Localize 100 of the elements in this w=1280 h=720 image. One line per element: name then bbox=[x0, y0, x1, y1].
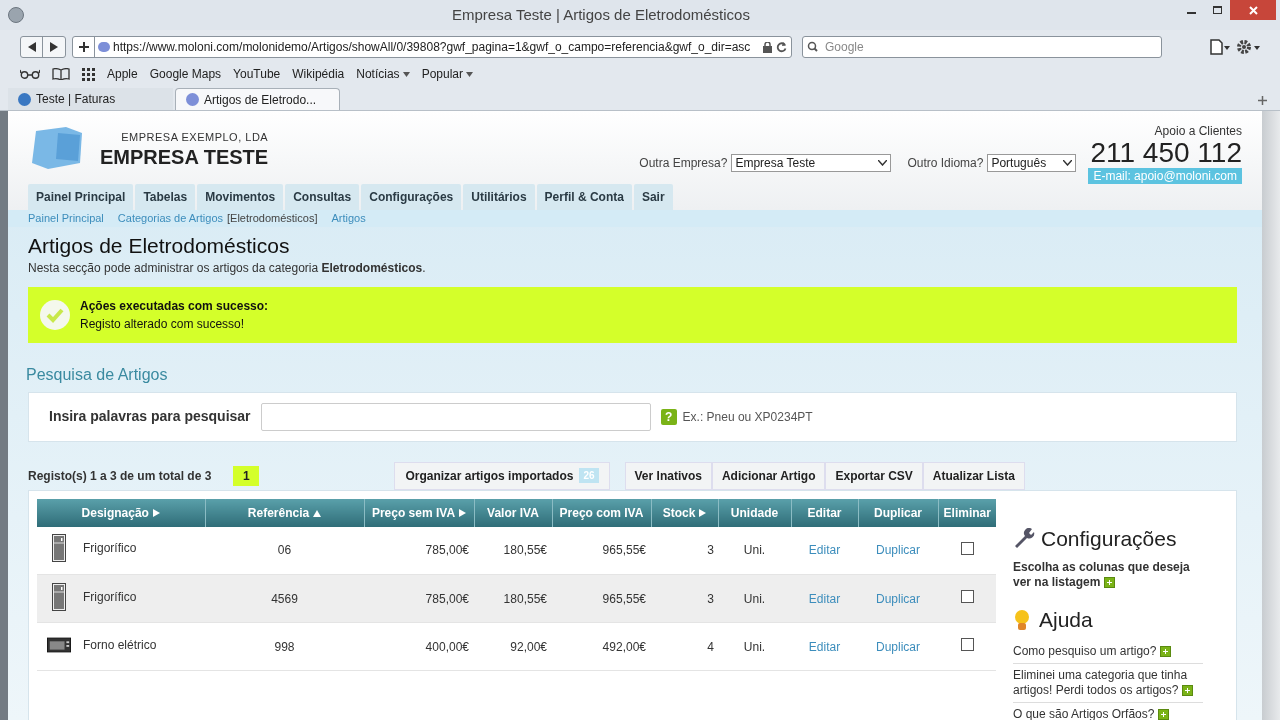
help-title: Ajuda bbox=[1039, 607, 1093, 633]
caret-icon bbox=[1063, 160, 1073, 166]
page-button[interactable]: 1 bbox=[233, 465, 260, 486]
column-header[interactable]: Designação bbox=[37, 498, 205, 527]
bookmark-link[interactable]: YouTube bbox=[233, 65, 281, 83]
forward-icon[interactable] bbox=[50, 42, 58, 52]
expand-icon[interactable] bbox=[1104, 577, 1116, 589]
close-icon bbox=[1248, 5, 1258, 15]
nav-tab[interactable]: Configurações bbox=[361, 184, 462, 210]
import-button[interactable]: Organizar artigos importados 26 bbox=[394, 461, 610, 490]
sort-arrow-icon bbox=[152, 509, 160, 518]
table-cell: 06 bbox=[277, 543, 292, 558]
window-title: Empresa Teste | Artigos de Eletrodomésticos bbox=[451, 4, 751, 25]
support-label: Apoio a Clientes bbox=[1154, 123, 1242, 140]
caret-icon bbox=[878, 160, 888, 166]
company-select[interactable]: Empresa Teste bbox=[731, 154, 892, 172]
company-select-label: Outra Empresa? bbox=[639, 155, 728, 172]
table-cell: 3 bbox=[707, 591, 714, 606]
bookmark-link[interactable]: Popular bbox=[421, 65, 473, 83]
expand-icon[interactable] bbox=[1158, 708, 1170, 720]
section-title: Pesquisa de Artigos bbox=[26, 364, 169, 385]
duplicate-link[interactable]: Duplicar bbox=[876, 543, 920, 558]
nav-tab[interactable]: Sair bbox=[633, 184, 673, 210]
alert-title: Ações executadas com sucesso: bbox=[80, 297, 269, 315]
delete-checkbox[interactable] bbox=[960, 637, 974, 651]
language-select-label: Outro Idioma? bbox=[907, 155, 984, 172]
nav-tab[interactable]: Consultas bbox=[285, 184, 360, 210]
column-header[interactable]: Stock bbox=[651, 498, 718, 527]
browser-logo-icon bbox=[8, 7, 24, 23]
column-header[interactable]: Unidade bbox=[718, 498, 791, 527]
page-title: Artigos de Eletrodomésticos bbox=[28, 232, 291, 259]
column-header[interactable]: Referência bbox=[205, 498, 364, 527]
nav-tab[interactable]: Utilitários bbox=[463, 184, 535, 210]
table-cell-text: Forno elétrico bbox=[83, 636, 157, 654]
fridge-icon bbox=[52, 582, 66, 611]
table-row[interactable]: Frigorífico 06 785,00€ 180,55€ 965,55€ 3 Uni. Editar Duplicar bbox=[37, 526, 996, 575]
tab-favicon bbox=[186, 93, 199, 106]
settings-icon[interactable] bbox=[1236, 39, 1260, 55]
nav-tab[interactable]: Movimentos bbox=[197, 184, 284, 210]
table-cell: 965,55€ bbox=[602, 591, 646, 606]
duplicate-link[interactable]: Duplicar bbox=[876, 639, 920, 654]
nav-tab[interactable]: Perfil & Conta bbox=[536, 184, 632, 210]
company-name: EMPRESA TESTE bbox=[100, 145, 269, 168]
wrench-icon bbox=[1013, 528, 1035, 549]
delete-checkbox[interactable] bbox=[960, 541, 974, 555]
browser-tab[interactable]: Teste | Faturas bbox=[8, 88, 173, 110]
bookmark-link[interactable]: Wikipédia bbox=[292, 65, 345, 83]
column-header[interactable]: Valor IVA bbox=[474, 498, 552, 527]
edit-link[interactable]: Editar bbox=[808, 639, 841, 654]
search-field[interactable]: Google bbox=[802, 36, 1162, 58]
action-button[interactable]: Exportar CSV bbox=[825, 461, 923, 490]
back-forward-buttons[interactable] bbox=[20, 36, 66, 58]
nav-tab[interactable]: Tabelas bbox=[135, 184, 196, 210]
column-header[interactable]: Duplicar bbox=[858, 498, 938, 527]
action-button[interactable]: Ver Inativos bbox=[624, 461, 712, 490]
bookmark-link[interactable]: Notícias bbox=[356, 65, 410, 83]
action-button[interactable]: Atualizar Lista bbox=[922, 461, 1025, 490]
book-icon[interactable] bbox=[52, 68, 70, 80]
back-icon[interactable] bbox=[27, 42, 36, 52]
sort-arrow-icon bbox=[699, 509, 707, 518]
table-cell: Uni. bbox=[743, 543, 766, 558]
page-menu-icon[interactable] bbox=[1210, 39, 1230, 55]
table-cell: 4569 bbox=[271, 591, 298, 606]
caret-icon bbox=[402, 71, 410, 77]
fridge-icon bbox=[52, 534, 66, 563]
glasses-icon[interactable] bbox=[20, 69, 40, 79]
bookmark-link[interactable]: Google Maps bbox=[149, 65, 222, 83]
browser-tab[interactable]: Artigos de Eletrodo... bbox=[175, 88, 340, 110]
grid-icon[interactable] bbox=[82, 67, 95, 81]
plus-icon bbox=[1258, 95, 1267, 105]
table-cell: 4 bbox=[707, 639, 714, 654]
help-link[interactable]: Eliminei uma categoria que tinha artigos! Perdi todos os artigos? bbox=[1013, 663, 1203, 703]
close-button[interactable] bbox=[1230, 0, 1276, 20]
edit-link[interactable]: Editar bbox=[808, 543, 841, 558]
column-header[interactable]: Preço sem IVA bbox=[364, 498, 474, 527]
search-input[interactable] bbox=[260, 402, 651, 431]
table-cell: 785,00€ bbox=[425, 591, 469, 606]
table-cell: Uni. bbox=[743, 639, 766, 654]
help-link[interactable]: Como pesquiso um artigo? bbox=[1013, 639, 1203, 664]
action-button[interactable]: Adicionar Artigo bbox=[711, 461, 826, 490]
table-cell-text: Frigorífico bbox=[83, 540, 137, 558]
delete-checkbox[interactable] bbox=[960, 589, 974, 603]
table-cell-text: Frigorífico bbox=[83, 588, 137, 606]
help-link[interactable]: O que são Artigos Orfãos? bbox=[1013, 702, 1203, 720]
language-select[interactable]: Português bbox=[987, 154, 1077, 172]
config-title: Configurações bbox=[1041, 525, 1177, 552]
nav-tab[interactable]: Painel Principal bbox=[28, 184, 134, 210]
table-row[interactable]: Forno elétrico 998 400,00€ 92,00€ 492,00€ 4 Uni. Editar Duplicar bbox=[37, 622, 996, 671]
check-icon bbox=[40, 299, 70, 330]
expand-icon[interactable] bbox=[1182, 684, 1194, 696]
column-header[interactable]: Preço com IVA bbox=[552, 498, 651, 527]
expand-icon[interactable] bbox=[1160, 645, 1172, 657]
table-cell: 92,00€ bbox=[510, 639, 547, 654]
search-hint: Ex.: Pneu ou XP0234PT bbox=[682, 408, 813, 426]
bookmark-link[interactable]: Apple bbox=[107, 65, 138, 83]
scrollbar[interactable] bbox=[1262, 111, 1280, 720]
column-header[interactable]: Eliminar bbox=[938, 498, 996, 527]
table-cell: 965,55€ bbox=[602, 543, 646, 558]
config-text[interactable]: Escolha as colunas que deseja ver na listagem bbox=[1013, 560, 1203, 590]
column-header[interactable]: Editar bbox=[791, 498, 858, 527]
